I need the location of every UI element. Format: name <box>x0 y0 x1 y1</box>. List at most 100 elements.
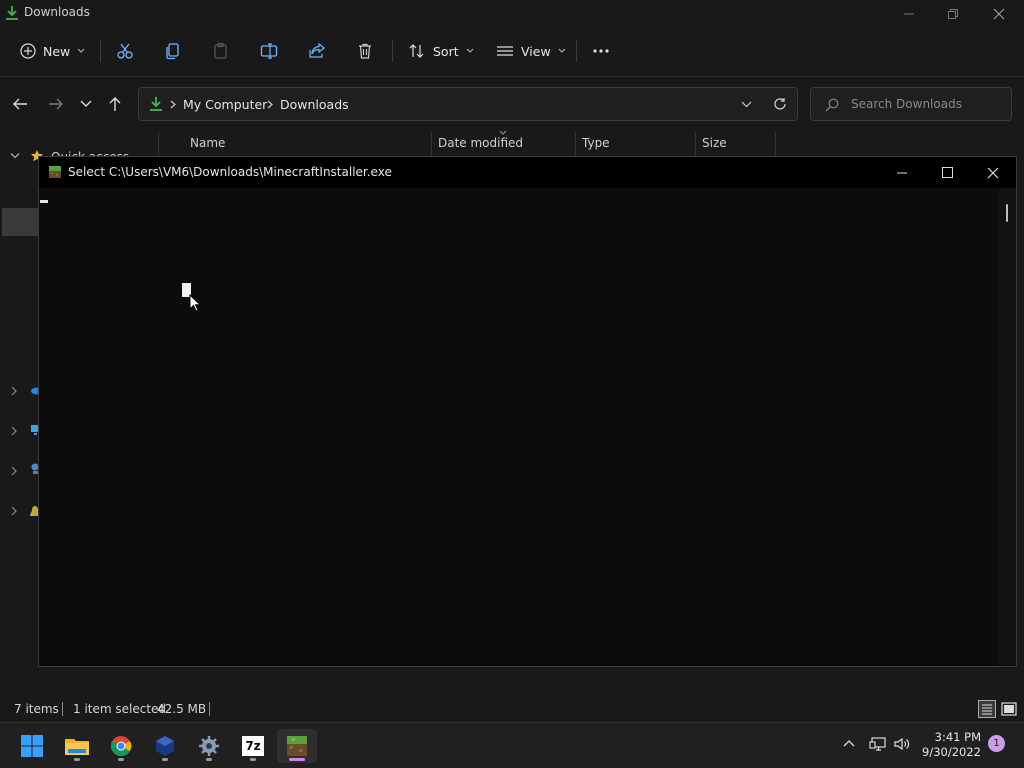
restore-button[interactable] <box>930 0 976 28</box>
mouse-pointer-icon <box>189 294 201 312</box>
refresh-icon[interactable] <box>773 97 787 111</box>
scissors-icon <box>117 43 133 59</box>
start-button[interactable] <box>12 729 52 763</box>
selection-count: 1 item selected <box>73 702 167 716</box>
downloads-icon <box>5 5 19 21</box>
paste-icon <box>214 42 227 59</box>
new-label: New <box>43 43 71 59</box>
downloads-icon <box>149 96 163 112</box>
column-header-name[interactable]: Name <box>190 136 225 150</box>
column-header-date-modified[interactable]: Date modified <box>438 136 523 150</box>
console-maximize-button[interactable] <box>924 157 970 188</box>
chrome-icon <box>110 736 132 757</box>
clock-time: 3:41 PM <box>934 730 981 744</box>
search-box[interactable]: Search Downloads <box>810 87 1012 121</box>
chevron-right-icon[interactable] <box>10 506 18 516</box>
sort-button[interactable]: Sort <box>408 36 474 66</box>
explorer-titlebar[interactable]: Downloads <box>0 0 1024 28</box>
chevron-down-icon <box>558 48 566 53</box>
text-cursor <box>40 200 48 203</box>
view-button[interactable]: View <box>496 36 566 66</box>
forward-button[interactable] <box>46 94 66 114</box>
selection-size: 42.5 MB <box>157 702 207 716</box>
view-list-icon <box>497 46 513 56</box>
column-header-size[interactable]: Size <box>702 136 727 150</box>
column-header-type[interactable]: Type <box>582 136 610 150</box>
selected-nav-item[interactable] <box>2 208 38 236</box>
details-view-button[interactable] <box>978 700 996 718</box>
item-count: 7 items <box>14 702 59 716</box>
address-dropdown-button[interactable] <box>741 101 752 108</box>
cut-button[interactable] <box>116 36 134 66</box>
trash-icon <box>359 43 371 59</box>
sort-label: Sort <box>433 43 459 59</box>
taskbar: 7z 3:41 PM 9/30/2022 <box>0 722 1024 768</box>
taskbar-chrome[interactable] <box>101 729 141 763</box>
recent-locations-button[interactable] <box>76 94 96 114</box>
system-clock[interactable]: 3:41 PM 9/30/2022 <box>922 730 981 760</box>
chevron-right-icon[interactable] <box>10 386 18 396</box>
copy-icon <box>166 43 179 60</box>
folder-icon <box>65 739 89 755</box>
chevron-right-icon[interactable] <box>10 426 18 436</box>
arrow-right-icon <box>49 98 63 110</box>
breadcrumb-my-computer[interactable]: My Computer <box>183 97 267 112</box>
chevron-down-icon <box>80 100 92 107</box>
console-titlebar[interactable]: Select C:\Users\VM6\Downloads\MinecraftI… <box>39 157 1016 188</box>
notification-badge[interactable]: 1 <box>988 735 1005 752</box>
sort-icon <box>409 44 424 58</box>
paste-button[interactable] <box>212 36 230 66</box>
minimize-button[interactable] <box>886 0 932 28</box>
console-close-button[interactable] <box>970 157 1016 188</box>
rename-button[interactable] <box>260 36 278 66</box>
chevron-down-icon <box>466 48 473 53</box>
arrow-left-icon <box>13 98 27 110</box>
chevron-right-icon <box>267 100 273 109</box>
chevron-down-icon[interactable] <box>10 152 20 160</box>
copy-button[interactable] <box>164 36 182 66</box>
share-icon <box>309 42 325 58</box>
arrow-up-icon <box>109 97 121 111</box>
search-input[interactable]: Search Downloads <box>851 97 962 111</box>
chevron-right-icon <box>170 100 176 109</box>
rename-icon <box>260 43 278 59</box>
delete-button[interactable] <box>356 36 374 66</box>
console-scrollbar[interactable] <box>999 189 1016 666</box>
taskbar-minecraft-installer[interactable] <box>277 729 317 763</box>
minecraft-icon <box>287 736 307 756</box>
up-button[interactable] <box>105 94 125 114</box>
new-button[interactable]: New <box>20 36 85 66</box>
minecraft-icon <box>48 165 62 179</box>
volume-icon[interactable] <box>893 736 911 752</box>
sort-indicator-icon <box>499 130 507 135</box>
window-title: Downloads <box>24 5 90 19</box>
7zip-icon: 7z <box>242 736 264 756</box>
console-window[interactable]: Select C:\Users\VM6\Downloads\MinecraftI… <box>38 156 1017 667</box>
command-bar: New Sort View <box>0 30 1024 72</box>
more-icon <box>593 49 609 53</box>
plus-circle-icon <box>20 43 36 59</box>
network-status-icon[interactable] <box>869 736 887 752</box>
taskbar-virtualbox[interactable] <box>145 729 185 763</box>
virtualbox-icon <box>156 736 174 756</box>
chevron-right-icon[interactable] <box>10 466 18 476</box>
breadcrumb-downloads[interactable]: Downloads <box>280 97 349 112</box>
settings-gear-icon <box>199 736 219 756</box>
windows-logo-icon <box>21 735 43 757</box>
chevron-down-icon <box>77 48 85 53</box>
view-label: View <box>521 43 551 59</box>
back-button[interactable] <box>10 94 30 114</box>
taskbar-settings[interactable] <box>189 729 229 763</box>
taskbar-7zip[interactable]: 7z <box>233 729 273 763</box>
console-title: Select C:\Users\VM6\Downloads\MinecraftI… <box>68 165 392 179</box>
show-hidden-icons-button[interactable] <box>843 739 855 747</box>
address-bar[interactable]: My Computer Downloads <box>138 87 798 121</box>
console-minimize-button[interactable] <box>879 157 925 188</box>
taskbar-file-explorer[interactable] <box>57 729 97 763</box>
share-button[interactable] <box>308 36 326 66</box>
scrollbar-thumb[interactable] <box>1006 204 1008 222</box>
see-more-button[interactable] <box>592 36 610 66</box>
search-icon <box>825 98 839 112</box>
close-button[interactable] <box>976 0 1022 28</box>
tiles-view-button[interactable] <box>1000 700 1018 718</box>
